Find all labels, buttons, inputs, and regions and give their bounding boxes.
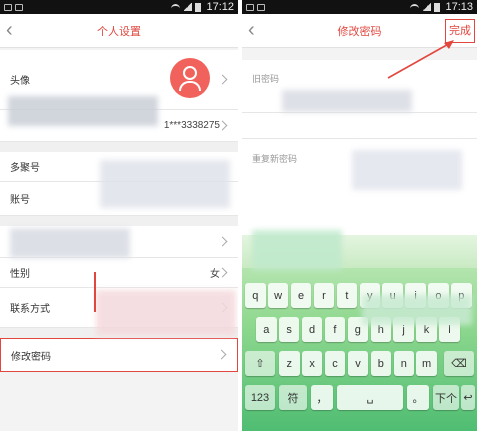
key-v[interactable]: v bbox=[347, 351, 369, 376]
notification-icon bbox=[4, 3, 12, 11]
key-d[interactable]: d bbox=[301, 317, 323, 342]
back-arrow-icon[interactable]: ‹ bbox=[248, 20, 266, 40]
key-c[interactable]: c bbox=[324, 351, 346, 376]
notification-icon bbox=[246, 3, 254, 11]
key-z[interactable]: z bbox=[279, 351, 300, 376]
image-icon bbox=[257, 3, 265, 11]
key-w[interactable]: w bbox=[267, 283, 289, 308]
symbols-key[interactable]: 符 bbox=[279, 385, 307, 410]
gender-row[interactable]: 性别 女 bbox=[0, 258, 238, 288]
key-m[interactable]: m bbox=[416, 351, 437, 376]
privacy-blur bbox=[96, 290, 236, 336]
image-icon bbox=[15, 3, 23, 11]
privacy-blur bbox=[10, 228, 130, 258]
page-title: 个人设置 bbox=[97, 25, 141, 38]
annotation-arrow bbox=[387, 40, 454, 79]
status-time: 17:13 bbox=[445, 1, 473, 13]
status-bar: 17:13 bbox=[242, 0, 477, 14]
user-body-icon bbox=[179, 81, 201, 91]
shift-key-icon[interactable]: ⇧ bbox=[245, 351, 275, 376]
battery-icon bbox=[195, 2, 202, 12]
backspace-key-icon[interactable]: ⌫ bbox=[444, 351, 474, 376]
key-r[interactable]: r bbox=[313, 283, 335, 308]
user-head-icon bbox=[183, 66, 197, 80]
change-password-row[interactable]: 修改密码 bbox=[0, 338, 238, 372]
signal-icon bbox=[422, 3, 432, 11]
chevron-right-icon bbox=[217, 236, 228, 247]
key-q[interactable]: q bbox=[245, 283, 266, 308]
key-t[interactable]: t bbox=[336, 283, 358, 308]
key-b[interactable]: b bbox=[370, 351, 392, 376]
key-n[interactable]: n bbox=[393, 351, 414, 376]
space-key-icon[interactable]: ␣ bbox=[337, 385, 403, 410]
key-f[interactable]: f bbox=[324, 317, 346, 342]
key-x[interactable]: x bbox=[301, 351, 323, 376]
status-time: 17:12 bbox=[206, 1, 234, 13]
page-title: 修改密码 bbox=[337, 25, 382, 38]
status-bar: 17:12 bbox=[0, 0, 238, 14]
key-e[interactable]: e bbox=[290, 283, 312, 308]
change-password-screen: 17:13 ‹ 修改密码 完成 旧密码 重复新密码 qwertyuiopasdf… bbox=[242, 0, 477, 431]
signal-icon bbox=[183, 3, 193, 11]
privacy-blur bbox=[100, 160, 230, 208]
change-password-label: 修改密码 bbox=[11, 351, 51, 363]
privacy-blur bbox=[362, 295, 472, 325]
privacy-blur bbox=[8, 96, 158, 126]
wifi-icon bbox=[410, 3, 420, 11]
privacy-blur bbox=[252, 230, 342, 270]
privacy-blur bbox=[282, 90, 412, 112]
key-s[interactable]: s bbox=[278, 317, 300, 342]
enter-key-icon[interactable]: ↩ bbox=[461, 385, 475, 410]
gender-label: 性别 bbox=[10, 269, 30, 280]
comma-key[interactable]: ， bbox=[311, 385, 333, 410]
repeat-password-label: 重复新密码 bbox=[252, 154, 298, 164]
nav-bar: ‹ 个人设置 bbox=[0, 14, 238, 48]
personal-settings-screen: 17:12 ‹ 个人设置 头像 1***3338275 多聚号 账号 性别 女 … bbox=[0, 0, 238, 431]
wifi-icon bbox=[171, 3, 181, 11]
screenshot-composite: 17:12 ‹ 个人设置 头像 1***3338275 多聚号 账号 性别 女 … bbox=[0, 0, 477, 431]
highlight-line bbox=[94, 272, 96, 312]
period-key[interactable]: 。 bbox=[407, 385, 429, 410]
next-key[interactable]: 下个 bbox=[433, 385, 459, 410]
battery-icon bbox=[434, 2, 441, 12]
back-arrow-icon[interactable]: ‹ bbox=[6, 20, 24, 40]
privacy-blur bbox=[352, 150, 462, 190]
avatar[interactable] bbox=[170, 58, 210, 98]
account-id-value: 1***3338275 bbox=[163, 120, 220, 131]
key-a[interactable]: a bbox=[256, 317, 277, 342]
numbers-mode-key[interactable]: 123 bbox=[245, 385, 275, 410]
